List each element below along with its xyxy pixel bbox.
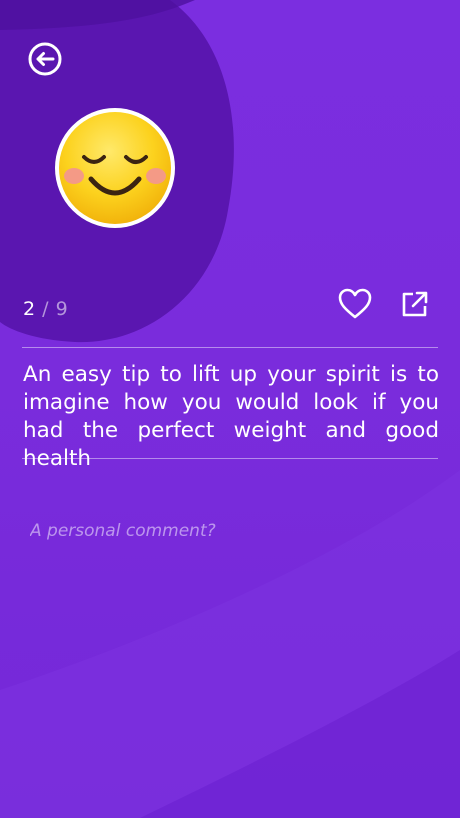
relieved-face-emoji-icon	[55, 108, 175, 228]
tip-text: An easy tip to lift up your spirit is to…	[23, 362, 439, 471]
share-button[interactable]	[400, 289, 430, 319]
divider-bottom	[22, 458, 438, 459]
back-button[interactable]	[26, 40, 64, 78]
share-external-icon	[402, 291, 428, 317]
divider-top	[22, 347, 438, 348]
arrow-left-circle-icon	[28, 42, 62, 76]
tip-current-index: 2	[23, 298, 36, 320]
tip-counter-separator: /	[42, 298, 50, 320]
tip-total-count: 9	[55, 298, 69, 320]
tip-detail-screen: 2 / 9 An easy tip to lift up your spirit…	[0, 0, 460, 818]
heart-icon	[338, 288, 372, 319]
tip-counter: 2 / 9	[23, 298, 68, 320]
favorite-button[interactable]	[337, 287, 373, 321]
personal-comment-input[interactable]	[30, 516, 430, 546]
